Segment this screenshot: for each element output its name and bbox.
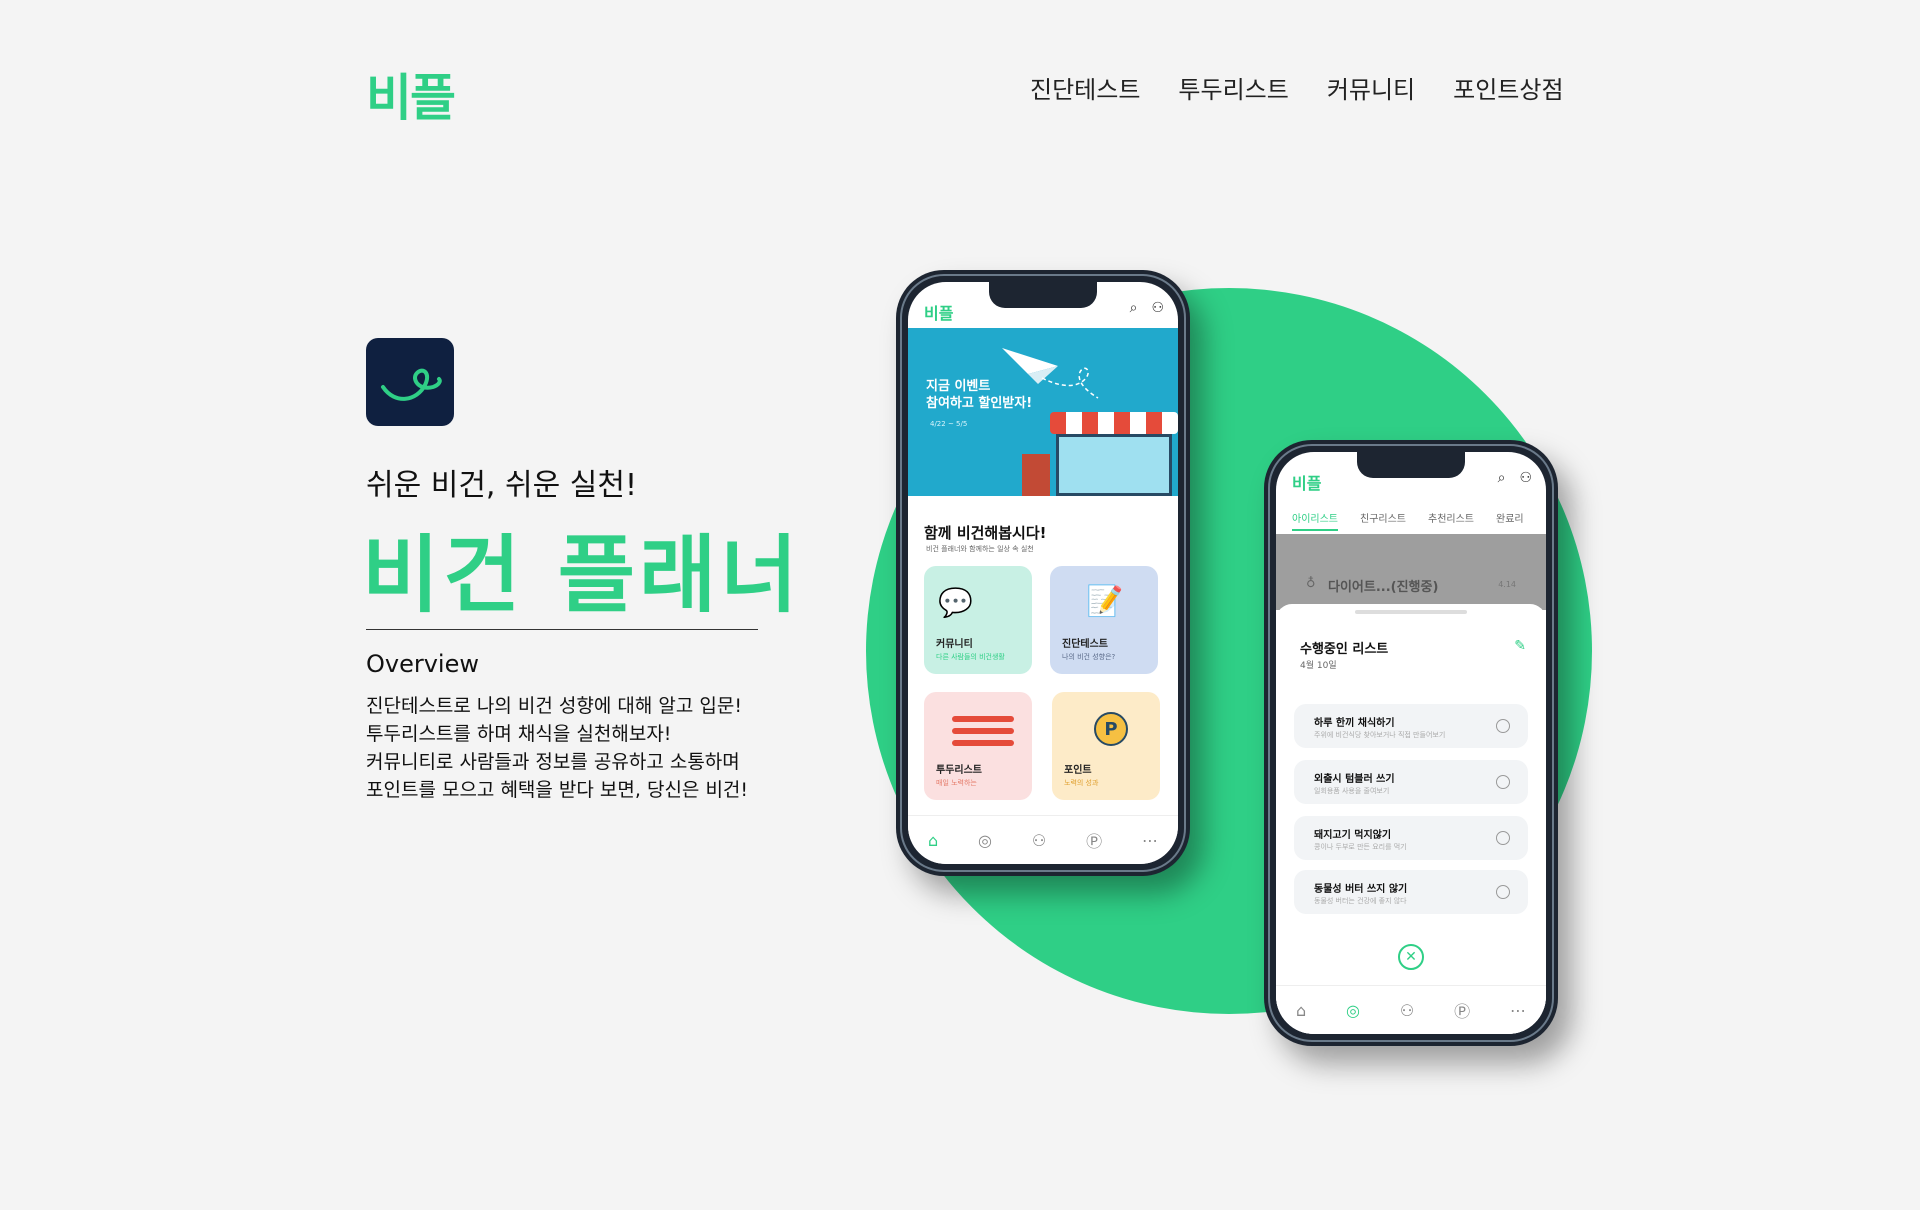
overview-line: 커뮤니티로 사람들과 정보를 공유하고 소통하며 (366, 751, 740, 773)
hero-tagline: 쉬운 비건, 쉬운 실천! (366, 468, 637, 503)
banner-line: 참여하고 할인받자! (926, 396, 1033, 411)
card-diagnosis-test[interactable]: 📝 진단테스트 나의 비건 성향은? (1050, 566, 1158, 674)
item-title: 돼지고기 먹지않기 (1314, 830, 1392, 841)
overlay-list-date: 4.14 (1498, 580, 1516, 589)
brand-logo[interactable]: 비플 (366, 58, 456, 130)
tab-completed-list[interactable]: 완료리 (1496, 510, 1524, 531)
dimmed-background: ♁ 다이어트...(진행중) 4.14 (1276, 534, 1546, 610)
sheet-title: 수행중인 리스트 (1300, 642, 1389, 657)
phone-notch (1357, 452, 1465, 478)
card-sub: 나의 비건 성향은? (1062, 653, 1116, 661)
phone-mockup-list: 비플 ⌕ ⚇ 아이리스트 친구리스트 추천리스트 완료리 ♁ 다이어트...(진… (1264, 440, 1558, 1046)
radio-icon[interactable] (1496, 885, 1510, 899)
banner-line: 지금 이벤트 (926, 379, 991, 394)
phone-notch (989, 282, 1097, 308)
close-icon[interactable]: ✕ (1398, 944, 1424, 970)
card-label: 포인트 (1064, 765, 1092, 776)
card-todo-list[interactable]: 투두리스트 매일 노력하는 (924, 692, 1032, 800)
home-icon[interactable]: ⌂ (1296, 1001, 1306, 1020)
item-sub: 콩이나 두부로 만든 요리를 먹기 (1314, 843, 1407, 851)
item-sub: 일회용품 사용을 줄여보기 (1314, 787, 1390, 795)
hero-title: 비건 플래너 (362, 526, 802, 624)
radio-icon[interactable] (1496, 831, 1510, 845)
bulb-icon: ♁ (1306, 576, 1316, 591)
app-header-icons: ⌕ ⚇ (1498, 470, 1532, 486)
home-icon[interactable]: ⌂ (928, 831, 938, 850)
people-icon[interactable]: ⚇ (1032, 831, 1046, 850)
list-item[interactable]: 동물성 버터 쓰지 않기 동물성 버터는 건강에 좋지 않다 (1294, 870, 1528, 914)
sheet-handle[interactable] (1355, 610, 1467, 614)
tab-recommended-list[interactable]: 추천리스트 (1428, 510, 1474, 531)
search-icon[interactable]: ⌕ (1130, 300, 1138, 316)
nav-item-diagnosis-test[interactable]: 진단테스트 (1030, 70, 1140, 105)
radio-icon[interactable] (1496, 775, 1510, 789)
tab-my-list[interactable]: 아이리스트 (1292, 510, 1338, 531)
check-icon[interactable]: ◎ (978, 831, 992, 850)
overlay-list-item: 다이어트...(진행중) (1328, 580, 1439, 595)
item-title: 외출시 텀블러 쓰기 (1314, 774, 1395, 785)
check-icon[interactable]: ◎ (1346, 1001, 1360, 1020)
bottom-nav: ⌂ ◎ ⚇ Ⓟ ⋯ (1276, 985, 1546, 1034)
phone-mockup-home: 비플 ⌕ ⚇ 지금 이벤트 참여하고 할인받자! 4/22 ~ 5/5 함께 비… (896, 270, 1190, 876)
point-icon[interactable]: Ⓟ (1086, 828, 1102, 852)
coin-icon: P (1094, 712, 1128, 746)
banner-headline: 지금 이벤트 참여하고 할인받자! (926, 378, 1032, 412)
main-nav: 진단테스트 투두리스트 커뮤니티 포인트상점 (1030, 70, 1564, 105)
app-logo[interactable]: 비플 (1292, 470, 1321, 494)
sprout-icon (381, 368, 442, 401)
search-icon[interactable]: ⌕ (1498, 470, 1506, 486)
overview-body: 진단테스트로 나의 비건 성향에 대해 알고 입문! 투두리스트를 하며 채식을… (366, 692, 748, 804)
banner-dates: 4/22 ~ 5/5 (930, 420, 968, 428)
bottom-sheet: 수행중인 리스트 4월 10일 ✎ 하루 한끼 채식하기 주위에 비건식당 찾아… (1276, 604, 1546, 1034)
card-points[interactable]: P 포인트 노력의 성과 (1052, 692, 1160, 800)
event-banner[interactable]: 지금 이벤트 참여하고 할인받자! 4/22 ~ 5/5 (908, 328, 1178, 496)
chat-people-icon: 💬 (938, 586, 973, 619)
list-tabs: 아이리스트 친구리스트 추천리스트 완료리 (1276, 510, 1546, 531)
app-logo[interactable]: 비플 (924, 300, 953, 324)
card-sub: 매일 노력하는 (936, 779, 977, 787)
overview-line: 포인트를 모으고 혜택을 받다 보면, 당신은 비건! (366, 779, 749, 801)
card-label: 커뮤니티 (936, 639, 973, 650)
nav-item-point-shop[interactable]: 포인트상점 (1453, 70, 1563, 105)
overview-line: 진단테스트로 나의 비건 성향에 대해 알고 입문! (366, 695, 742, 717)
tab-friend-list[interactable]: 친구리스트 (1360, 510, 1406, 531)
user-icon[interactable]: ⚇ (1151, 300, 1164, 316)
sheet-date: 4월 10일 (1300, 661, 1337, 671)
card-sub: 다른 사람들의 비건생활 (936, 653, 1005, 661)
document-icon: 📝 (1086, 584, 1124, 619)
card-sub: 노력의 성과 (1064, 779, 1099, 787)
more-icon[interactable]: ⋯ (1510, 1001, 1526, 1020)
app-icon (366, 338, 454, 426)
nav-item-todo-list[interactable]: 투두리스트 (1178, 70, 1288, 105)
user-icon[interactable]: ⚇ (1519, 470, 1532, 486)
phone-screen-list: 비플 ⌕ ⚇ 아이리스트 친구리스트 추천리스트 완료리 ♁ 다이어트...(진… (1276, 452, 1546, 1034)
item-title: 동물성 버터 쓰지 않기 (1314, 884, 1408, 895)
checklist-icon (938, 710, 1014, 752)
list-item[interactable]: 하루 한끼 채식하기 주위에 비건식당 찾아보거나 직접 만들어보기 (1294, 704, 1528, 748)
list-item[interactable]: 외출시 텀블러 쓰기 일회용품 사용을 줄여보기 (1294, 760, 1528, 804)
section-subtitle: 비건 플래너와 함께하는 일상 속 실천 (926, 545, 1034, 553)
radio-icon[interactable] (1496, 719, 1510, 733)
people-icon[interactable]: ⚇ (1400, 1001, 1414, 1020)
storefront-illustration (1022, 412, 1178, 496)
divider (366, 629, 758, 630)
section-title: 함께 비건해봅시다! (924, 524, 1047, 542)
nav-item-community[interactable]: 커뮤니티 (1327, 70, 1415, 105)
card-label: 투두리스트 (936, 765, 982, 776)
card-community[interactable]: 💬 커뮤니티 다른 사람들의 비건생활 (924, 566, 1032, 674)
pencil-icon[interactable]: ✎ (1514, 638, 1526, 654)
bottom-nav: ⌂ ◎ ⚇ Ⓟ ⋯ (908, 815, 1178, 864)
list-item[interactable]: 돼지고기 먹지않기 콩이나 두부로 만든 요리를 먹기 (1294, 816, 1528, 860)
item-sub: 주위에 비건식당 찾아보거나 직접 만들어보기 (1314, 731, 1446, 739)
item-sub: 동물성 버터는 건강에 좋지 않다 (1314, 897, 1407, 905)
card-label: 진단테스트 (1062, 639, 1108, 650)
overview-title: Overview (366, 650, 479, 678)
more-icon[interactable]: ⋯ (1142, 831, 1158, 850)
app-header-icons: ⌕ ⚇ (1130, 300, 1164, 316)
overview-line: 투두리스트를 하며 채식을 실천해보자! (366, 723, 672, 745)
item-title: 하루 한끼 채식하기 (1314, 718, 1395, 729)
point-icon[interactable]: Ⓟ (1454, 998, 1470, 1022)
phone-screen-home: 비플 ⌕ ⚇ 지금 이벤트 참여하고 할인받자! 4/22 ~ 5/5 함께 비… (908, 282, 1178, 864)
